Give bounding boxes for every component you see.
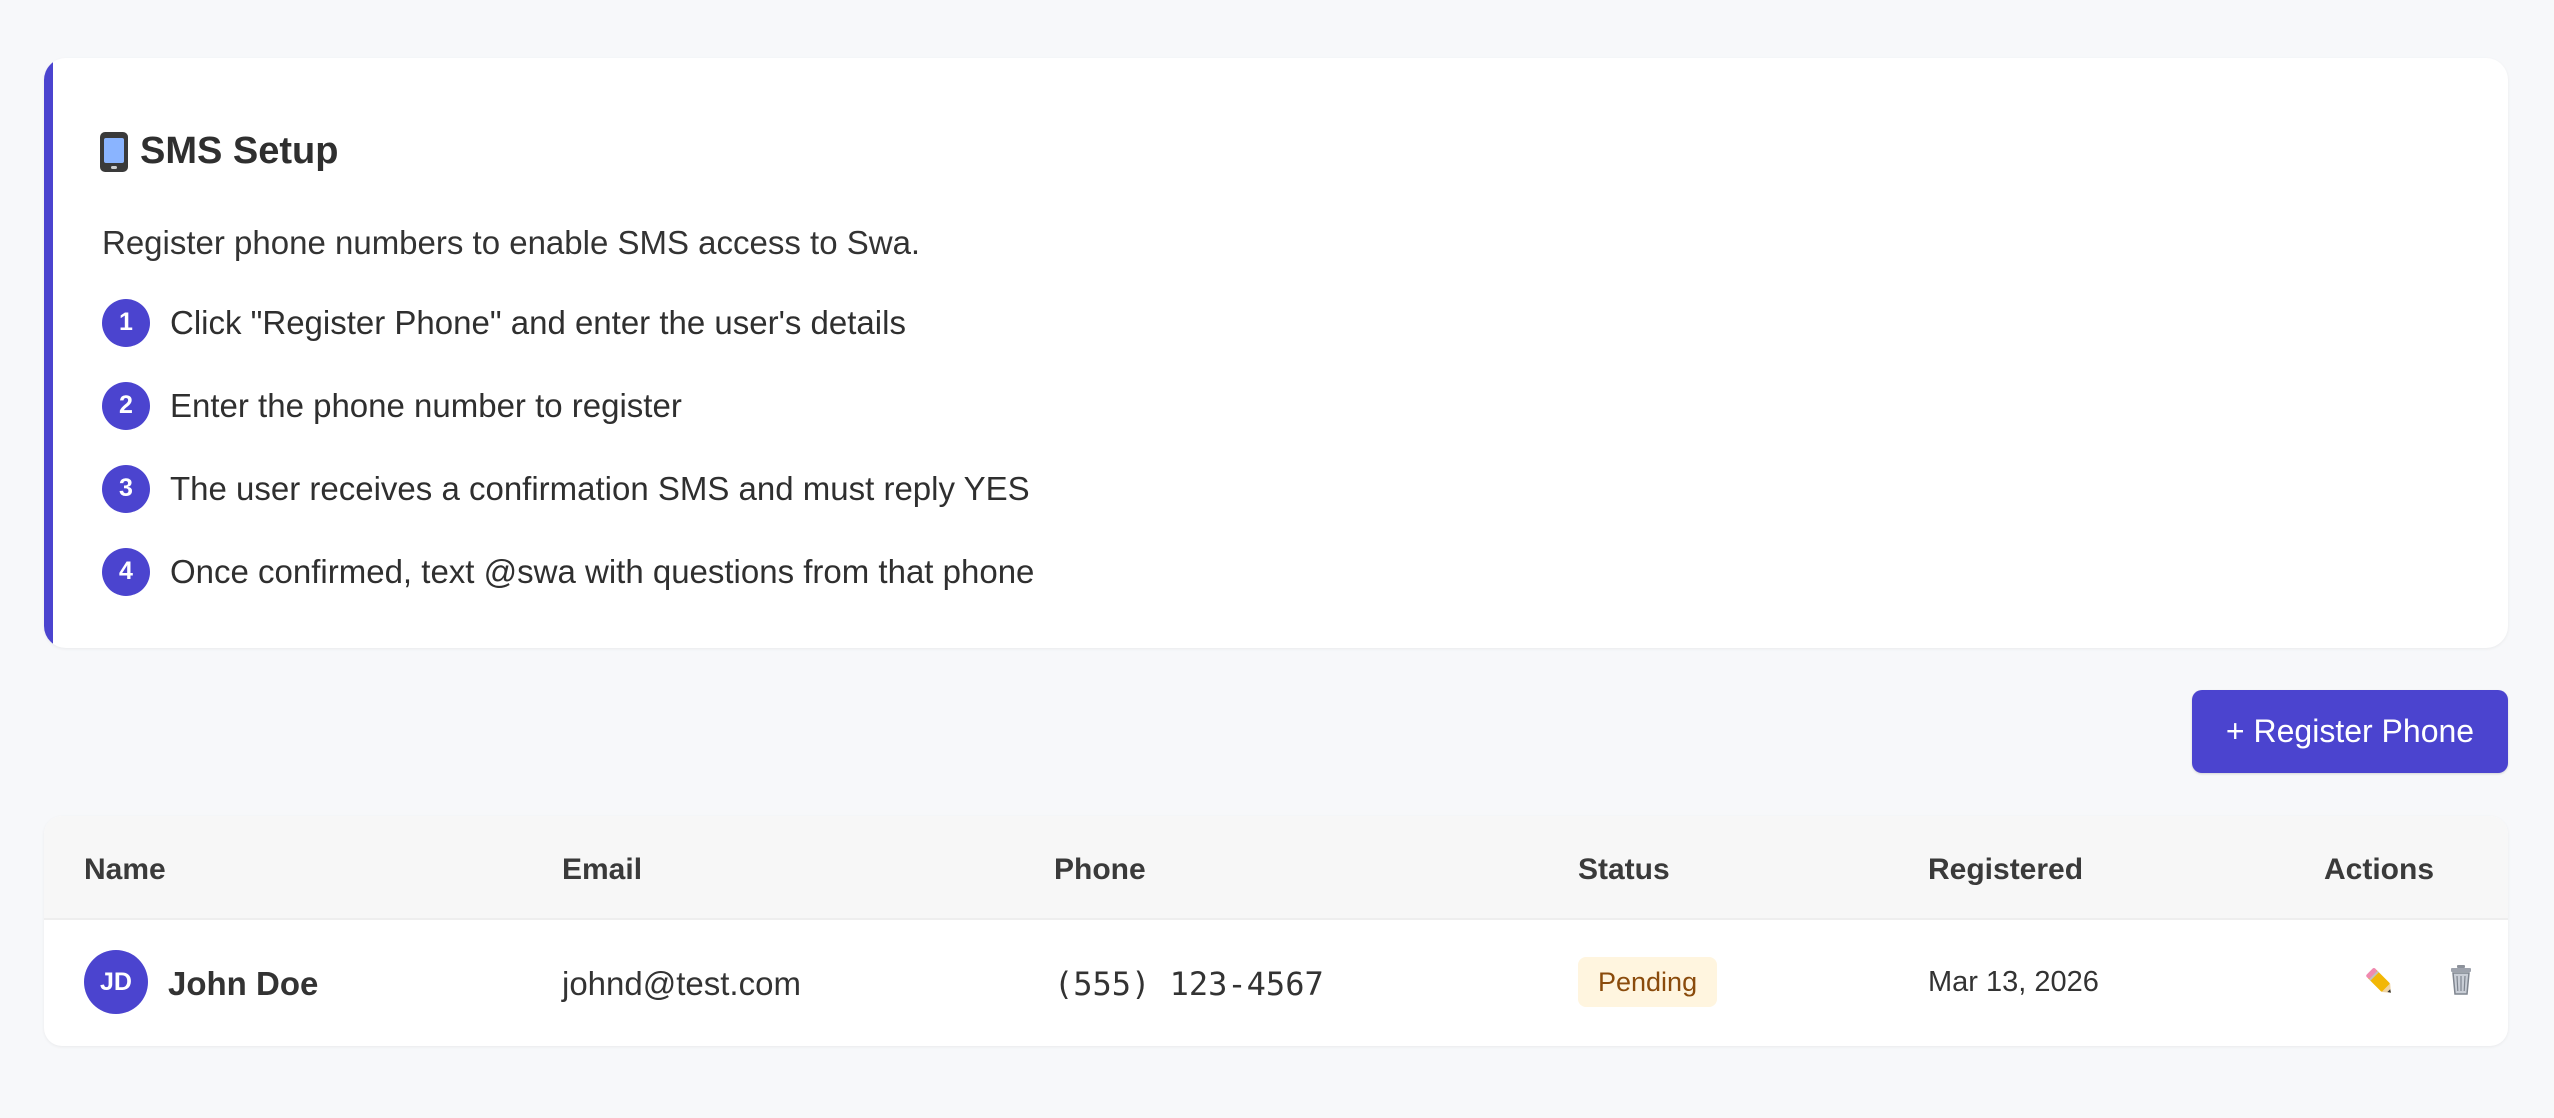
setup-step: 3 The user receives a confirmation SMS a… <box>102 447 1602 530</box>
table-header-row: Name Email Phone Status Registered Actio… <box>44 816 2508 920</box>
step-number-badge: 4 <box>102 547 150 596</box>
step-text: Once confirmed, text @swa with questions… <box>170 552 1035 590</box>
delete-phone-button[interactable] <box>2435 954 2487 1006</box>
pencil-icon <box>2366 968 2391 993</box>
user-phone: (555) 123-4567 <box>1054 965 1324 1003</box>
table-row: JD John Doe johnd@test.com (555) 123-456… <box>44 920 2508 1046</box>
column-header-actions: Actions <box>2324 853 2435 886</box>
user-email: johnd@test.com <box>562 965 801 1002</box>
setup-step: 2 Enter the phone number to register <box>102 364 1602 447</box>
status-badge: Pending <box>1578 957 1718 1007</box>
column-header-email: Email <box>562 853 643 886</box>
sms-setup-title: SMS Setup <box>100 130 338 173</box>
setup-step: 4 Once confirmed, text @swa with questio… <box>102 530 1602 613</box>
step-number-badge: 1 <box>102 298 150 347</box>
registered-phones-table: Name Email Phone Status Registered Actio… <box>44 816 2508 1046</box>
avatar: JD <box>84 950 148 1014</box>
user-name: John Doe <box>168 965 319 1002</box>
sms-setup-title-text: SMS Setup <box>140 130 339 173</box>
registered-date: Mar 13, 2026 <box>1928 966 2099 998</box>
step-text: Click "Register Phone" and enter the use… <box>170 303 906 341</box>
edit-phone-button[interactable] <box>2355 954 2407 1006</box>
column-header-registered: Registered <box>1928 853 2084 886</box>
sms-setup-card: SMS Setup Register phone numbers to enab… <box>44 58 2508 648</box>
setup-steps-list: 1 Click "Register Phone" and enter the u… <box>102 281 1602 613</box>
trash-icon <box>2451 965 2471 995</box>
step-number-badge: 3 <box>102 464 150 513</box>
step-text: Enter the phone number to register <box>170 386 682 424</box>
step-number-badge: 2 <box>102 381 150 430</box>
sms-setup-description: Register phone numbers to enable SMS acc… <box>102 224 921 261</box>
setup-step: 1 Click "Register Phone" and enter the u… <box>102 281 1602 364</box>
column-header-phone: Phone <box>1054 853 1146 886</box>
register-phone-button[interactable]: + Register Phone <box>2192 690 2508 773</box>
column-header-name: Name <box>84 853 166 886</box>
column-header-status: Status <box>1578 853 1670 886</box>
step-text: The user receives a confirmation SMS and… <box>170 469 1030 507</box>
mobile-phone-icon <box>100 131 128 172</box>
